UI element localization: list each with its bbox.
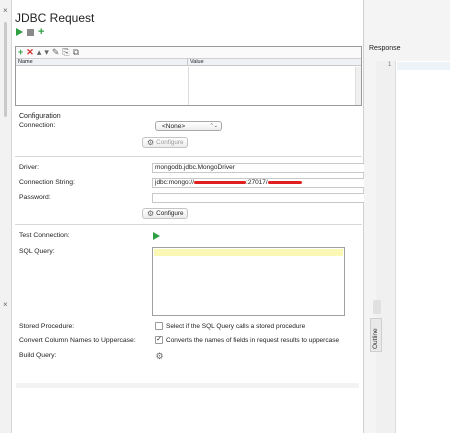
plus-icon[interactable]: + xyxy=(38,27,44,38)
uppercase-text: Converts the names of fields in request … xyxy=(166,337,340,344)
connection-string-field[interactable]: jdbc:mongo:// :27017/ xyxy=(152,178,368,188)
copy-icon[interactable]: ⎘ xyxy=(62,48,69,57)
driver-label: Driver: xyxy=(19,164,40,171)
column-header-name[interactable]: Name xyxy=(16,59,188,65)
current-line-highlight xyxy=(154,249,343,256)
uppercase-checkbox[interactable]: ✓ xyxy=(155,336,163,344)
configuration-heading: Configuration xyxy=(19,113,61,120)
duplicate-icon[interactable]: ⧉ xyxy=(73,48,79,57)
stored-procedure-label: Stored Procedure: xyxy=(19,323,75,330)
table-scrollbar[interactable] xyxy=(355,67,361,105)
parameter-toolbar: + ✕ ▴ ▾ ✎ ⎘ ⧉ xyxy=(16,47,361,59)
gutter-scrollbar[interactable] xyxy=(4,22,7,117)
tab-outline-label: Outline xyxy=(372,328,379,349)
play-icon[interactable] xyxy=(16,28,23,36)
move-up-icon[interactable]: ▴ xyxy=(37,48,42,57)
test-connection-play-icon[interactable] xyxy=(153,232,160,240)
close-icon[interactable]: × xyxy=(3,300,8,309)
gear-icon: ⚙ xyxy=(147,137,155,147)
close-icon[interactable]: × xyxy=(3,6,8,15)
run-toolbar: + xyxy=(16,27,44,38)
left-gutter: × × xyxy=(0,0,12,433)
tab-outline[interactable]: Outline xyxy=(370,318,382,352)
table-header: Name Value xyxy=(16,59,361,66)
column-divider xyxy=(188,67,189,105)
page-title: JDBC Request xyxy=(15,11,95,25)
table-body[interactable] xyxy=(16,67,361,105)
line-number-gutter xyxy=(376,61,396,433)
divider xyxy=(15,156,362,157)
current-line-highlight xyxy=(397,62,450,70)
connection-select[interactable]: <None> ⌃⌄ xyxy=(155,121,222,131)
line-number: 1 xyxy=(388,62,392,68)
stored-procedure-checkbox[interactable] xyxy=(155,322,163,330)
configure-connection-button[interactable]: ⚙ Configure xyxy=(142,137,189,148)
parameter-table: + ✕ ▴ ▾ ✎ ⎘ ⧉ Name Value xyxy=(15,46,362,106)
connection-select-value: <None> xyxy=(162,122,186,130)
connection-string-label: Connection String: xyxy=(19,179,75,186)
column-header-value[interactable]: Value xyxy=(188,59,361,65)
configure-label: Configure xyxy=(156,210,184,217)
redacted-host xyxy=(194,180,247,184)
horizontal-scrollbar[interactable] xyxy=(16,383,359,388)
add-row-icon[interactable]: + xyxy=(18,48,23,57)
response-pane: Response 1 Outline xyxy=(364,0,450,433)
stored-procedure-text: Select if the SQL Query calls a stored p… xyxy=(166,323,306,330)
jdbc-request-panel: JDBC Request + + ✕ ▴ ▾ ✎ ⎘ ⧉ Name Value … xyxy=(12,0,368,433)
uppercase-label: Convert Column Names to Uppercase: xyxy=(19,337,136,344)
password-field[interactable] xyxy=(152,193,368,203)
configure-driver-button[interactable]: ⚙ Configure xyxy=(142,208,189,219)
test-connection-label: Test Connection: xyxy=(19,232,70,239)
sql-query-label: SQL Query: xyxy=(19,248,55,255)
collapse-handle[interactable] xyxy=(373,300,381,314)
sql-query-editor[interactable] xyxy=(152,247,345,316)
build-query-label: Build Query: xyxy=(19,352,57,359)
move-down-icon[interactable]: ▾ xyxy=(44,48,49,57)
divider xyxy=(15,224,362,225)
driver-field[interactable]: mongodb.jdbc.MongoDriver xyxy=(152,163,368,173)
response-title: Response xyxy=(369,45,401,52)
stop-icon[interactable] xyxy=(27,28,34,36)
chevron-updown-icon: ⌃⌄ xyxy=(209,123,218,129)
gear-icon: ⚙ xyxy=(147,208,155,218)
password-label: Password: xyxy=(19,194,51,201)
connection-label: Connection: xyxy=(19,122,56,129)
edit-icon[interactable]: ✎ xyxy=(52,48,60,57)
redacted-database xyxy=(267,180,302,184)
connection-string-port: :27017/ xyxy=(246,179,268,186)
configure-label: Configure xyxy=(156,139,184,146)
delete-row-icon[interactable]: ✕ xyxy=(26,48,34,57)
connection-string-prefix: jdbc:mongo:// xyxy=(155,179,195,186)
build-query-gear-icon[interactable]: ⚙ xyxy=(154,351,165,362)
